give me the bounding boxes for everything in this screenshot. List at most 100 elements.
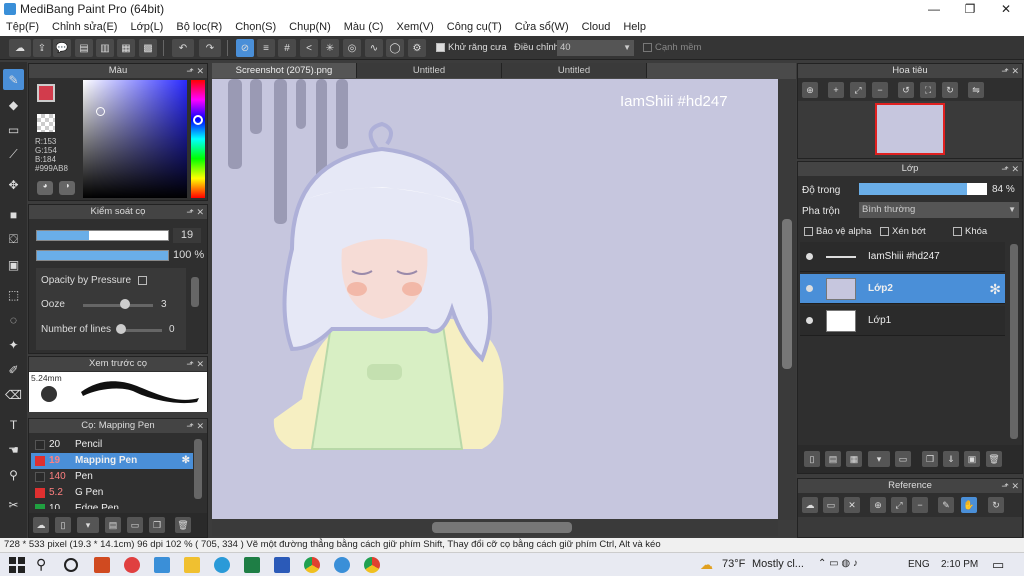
magic-wand-tool-icon[interactable]: ✦ (3, 334, 24, 355)
reference-zoom-out-icon[interactable]: − (912, 497, 928, 513)
vertical-scroll-thumb[interactable] (782, 219, 792, 369)
brush-properties-icon[interactable]: ▤ (105, 517, 121, 533)
horizontal-scrollbar[interactable] (212, 519, 778, 536)
reference-hand-icon[interactable]: ✋ (961, 497, 977, 513)
edge-icon[interactable] (214, 557, 230, 573)
new-halftone-layer-icon[interactable]: ▦ (846, 451, 862, 467)
zoom-in-icon[interactable]: + (828, 82, 844, 98)
ellipse-snap-icon[interactable]: ◯ (386, 39, 404, 57)
layer-row[interactable]: Lớp1 (800, 306, 1005, 336)
add-layer-menu-icon[interactable]: ▾ (868, 451, 890, 467)
bucket-tool-icon[interactable]: ⛋ (3, 229, 24, 250)
select-eraser-tool-icon[interactable]: ⌫ (3, 384, 24, 405)
radial-snap-icon[interactable]: ✳ (321, 39, 339, 57)
color-wheel-icon[interactable]: ◑ (59, 181, 75, 195)
visibility-eye-icon[interactable] (806, 317, 813, 324)
medibang-taskbar-icon[interactable] (334, 557, 350, 573)
antialias-checkbox[interactable] (436, 42, 445, 52)
hue-slider[interactable] (191, 80, 205, 198)
weather-temperature[interactable]: 73°F (722, 558, 745, 570)
antialias-option[interactable]: Khử răng cưa (436, 42, 507, 53)
brush-opacity-slider[interactable] (36, 250, 169, 261)
flip-icon[interactable]: ⇋ (968, 82, 984, 98)
undo-icon[interactable]: ↶ (172, 39, 194, 57)
menu-view[interactable]: Xem(V) (396, 21, 433, 33)
speech-bubble-icon[interactable]: 💬 (53, 39, 71, 57)
brush-folder-icon[interactable]: ▭ (127, 517, 143, 533)
clock[interactable]: 2:10 PM (941, 559, 978, 570)
monitor-icon[interactable] (154, 557, 170, 573)
menu-snap[interactable]: Chụp(N) (289, 21, 331, 33)
layer-folder-icon[interactable]: ▭ (895, 451, 911, 467)
protect-alpha-checkbox[interactable] (804, 226, 813, 236)
powerpoint-icon[interactable] (94, 557, 110, 573)
zoom-out-icon[interactable]: − (872, 82, 888, 98)
navigator-viewport[interactable] (875, 103, 945, 155)
notification-icon[interactable]: ▭ (992, 557, 1004, 573)
saturation-value-picker[interactable] (83, 80, 187, 198)
adjust-select[interactable]: 40 ▼ (557, 40, 634, 56)
snap-settings-icon[interactable]: ⚙ (408, 39, 426, 57)
panel-close-icon[interactable]: ⬏ ✕ (186, 419, 204, 433)
panel-close-icon[interactable]: ⬏ ✕ (1001, 479, 1019, 493)
primary-color-swatch[interactable] (37, 84, 55, 102)
layer-row-selected[interactable]: Lớp2 ✻ (800, 274, 1005, 304)
cross-snap-icon[interactable]: # (278, 39, 296, 57)
chrome-icon[interactable] (304, 557, 320, 573)
brush-list-scrollbar[interactable] (194, 439, 202, 499)
merge-down-icon[interactable]: ⇓ (943, 451, 959, 467)
tab-screenshot[interactable]: Screenshot (2075).png (212, 63, 357, 78)
transparent-color-swatch[interactable] (37, 114, 55, 132)
new-layer-icon[interactable]: ▯ (804, 451, 820, 467)
reference-zoom-actual-icon[interactable]: ⊕ (870, 497, 886, 513)
vertical-scrollbar[interactable] (778, 79, 796, 520)
hue-cursor[interactable] (193, 115, 203, 125)
menu-edit[interactable]: Chỉnh sửa(E) (52, 21, 117, 33)
menu-tools[interactable]: Công cụ(T) (447, 21, 502, 33)
cortana-icon[interactable] (64, 558, 78, 572)
duplicate-brush-icon[interactable]: ❐ (149, 517, 165, 533)
reference-rotate-icon[interactable]: ↻ (988, 497, 1004, 513)
clip-option[interactable]: Xén bớt (880, 226, 926, 237)
export-icon[interactable]: ⇪ (33, 39, 51, 57)
move-tool-icon[interactable]: ✥ (3, 174, 24, 195)
reference-fit-icon[interactable]: ⤢ (891, 497, 907, 513)
excel-icon[interactable] (244, 557, 260, 573)
layer-list-scrollbar[interactable] (1010, 244, 1018, 439)
delete-brush-icon[interactable]: 🗑 (175, 517, 191, 533)
opacity-pressure-checkbox[interactable] (137, 275, 147, 285)
visibility-eye-icon[interactable] (806, 253, 813, 260)
brush-size-value[interactable]: 19 (173, 228, 201, 243)
horizontal-scroll-thumb[interactable] (432, 522, 572, 533)
page-icon[interactable]: ▥ (96, 39, 114, 57)
menu-color[interactable]: Màu (C) (344, 21, 384, 33)
panel-close-icon[interactable]: ⬏ ✕ (186, 205, 204, 219)
rasterize-icon[interactable]: ▣ (964, 451, 980, 467)
brush-item[interactable]: 140 Pen (31, 469, 187, 485)
panel-close-icon[interactable]: ⬏ ✕ (186, 357, 204, 371)
parallel-snap-icon[interactable]: ≡ (257, 39, 275, 57)
brush-settings-scrollbar[interactable] (191, 277, 199, 307)
smooth-edge-checkbox[interactable] (643, 42, 652, 52)
lock-checkbox[interactable] (953, 226, 962, 236)
fit-icon[interactable]: ⤢ (850, 82, 866, 98)
palette-icon[interactable]: ◕ (37, 181, 53, 195)
new-color-layer-icon[interactable]: ▤ (825, 451, 841, 467)
menu-help[interactable]: Help (623, 21, 646, 33)
eyedropper-tool-icon[interactable]: ⚲ (3, 464, 24, 485)
clip-checkbox[interactable] (880, 226, 889, 236)
reference-eyedropper-icon[interactable]: ✎ (938, 497, 954, 513)
select-rect-tool-icon[interactable]: ⬚ (3, 284, 24, 305)
duplicate-layer-icon[interactable]: ❐ (922, 451, 938, 467)
panel-close-icon[interactable]: ⬏ ✕ (1001, 64, 1019, 78)
reference-open-icon[interactable]: ▭ (823, 497, 839, 513)
close-window-button[interactable]: ✕ (988, 0, 1024, 18)
layer-row[interactable]: IamShiii #hd247 (800, 242, 1005, 272)
panel-close-icon[interactable]: ⬏ ✕ (186, 64, 204, 78)
select-pen-tool-icon[interactable]: ✐ (3, 359, 24, 380)
fullscreen-icon[interactable]: ⛶ (920, 82, 936, 98)
gradient-tool-icon[interactable]: ▣ (3, 254, 24, 275)
brush-tool-icon[interactable]: ✎ (3, 69, 24, 90)
shape-tool-icon[interactable]: ▭ (3, 119, 24, 140)
drawing-canvas[interactable]: IamShiii #hd247 (212, 79, 778, 534)
